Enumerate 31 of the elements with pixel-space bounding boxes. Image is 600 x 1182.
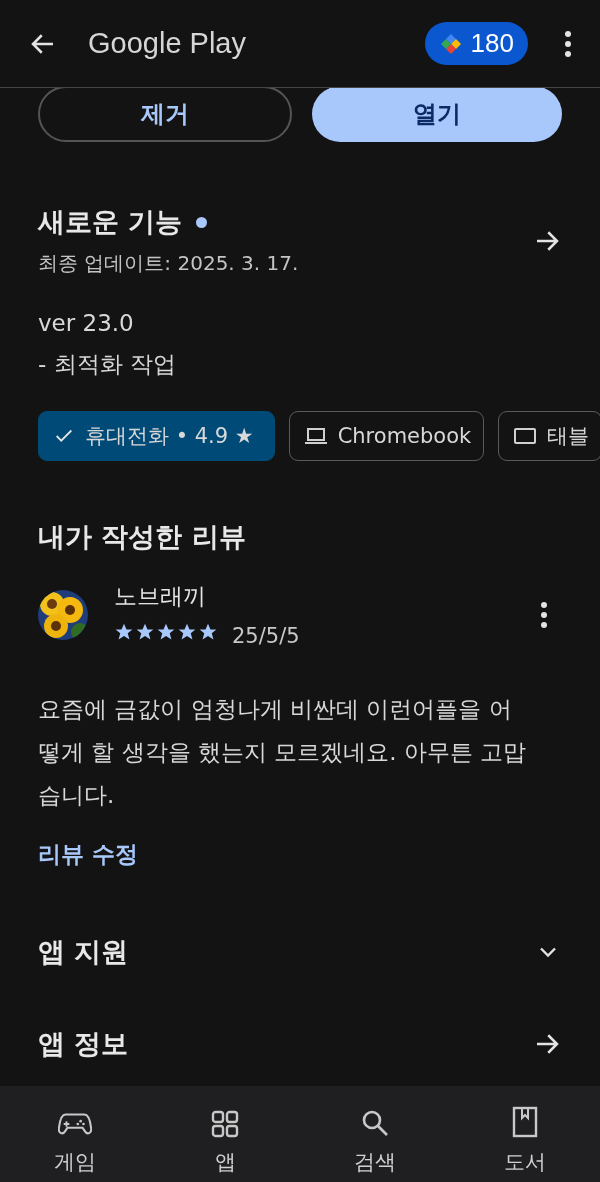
search-icon — [360, 1108, 390, 1138]
section-title: 새로운 기능 — [38, 205, 183, 239]
star-icon — [177, 622, 197, 642]
star-icon — [198, 622, 218, 642]
release-note: - 최적화 작업 — [38, 350, 177, 379]
nav-tab[interactable]: 도서 — [475, 1096, 575, 1176]
app-title: Google Play — [88, 27, 247, 60]
nav-tab[interactable]: 앱 — [175, 1096, 275, 1176]
release-note: ver 23.0 — [38, 309, 135, 338]
bookmark-book-icon — [512, 1106, 538, 1138]
update-date: 최종 업데이트: 2025. 3. 17. — [38, 250, 299, 277]
nav-tab[interactable]: 검색 — [325, 1096, 425, 1176]
apps-grid-icon — [211, 1110, 239, 1138]
section-title: 앱 지원 — [38, 935, 129, 969]
star-icon — [156, 622, 176, 642]
more-options-icon[interactable] — [540, 600, 548, 629]
review-text: 요즘에 금값이 엄청나게 비싼데 이런어플을 어떻게 할 생각을 했는지 모르겠네요. 아무튼 고맙습니다. — [38, 695, 528, 810]
open-button[interactable]: 열기 — [312, 88, 562, 142]
more-options-icon[interactable] — [564, 29, 572, 58]
device-chip[interactable]: 휴대전화 • 4.9 ★ — [38, 411, 275, 461]
section-title: 앱 정보 — [38, 1027, 129, 1061]
star-icon — [114, 622, 134, 642]
uninstall-button[interactable]: 제거 — [38, 88, 292, 142]
reviewer-name: 노브래끼 — [114, 582, 207, 611]
review-date: 25/5/5 — [232, 624, 300, 648]
star-icon — [135, 622, 155, 642]
points-badge[interactable]: 180 — [424, 22, 528, 65]
device-chip[interactable]: Chromebook — [288, 411, 485, 461]
edit-review-link[interactable]: 리뷰 수정 — [38, 839, 138, 870]
nav-tab[interactable]: 게임 — [25, 1096, 125, 1176]
section-title: 내가 작성한 리뷰 — [38, 520, 247, 554]
